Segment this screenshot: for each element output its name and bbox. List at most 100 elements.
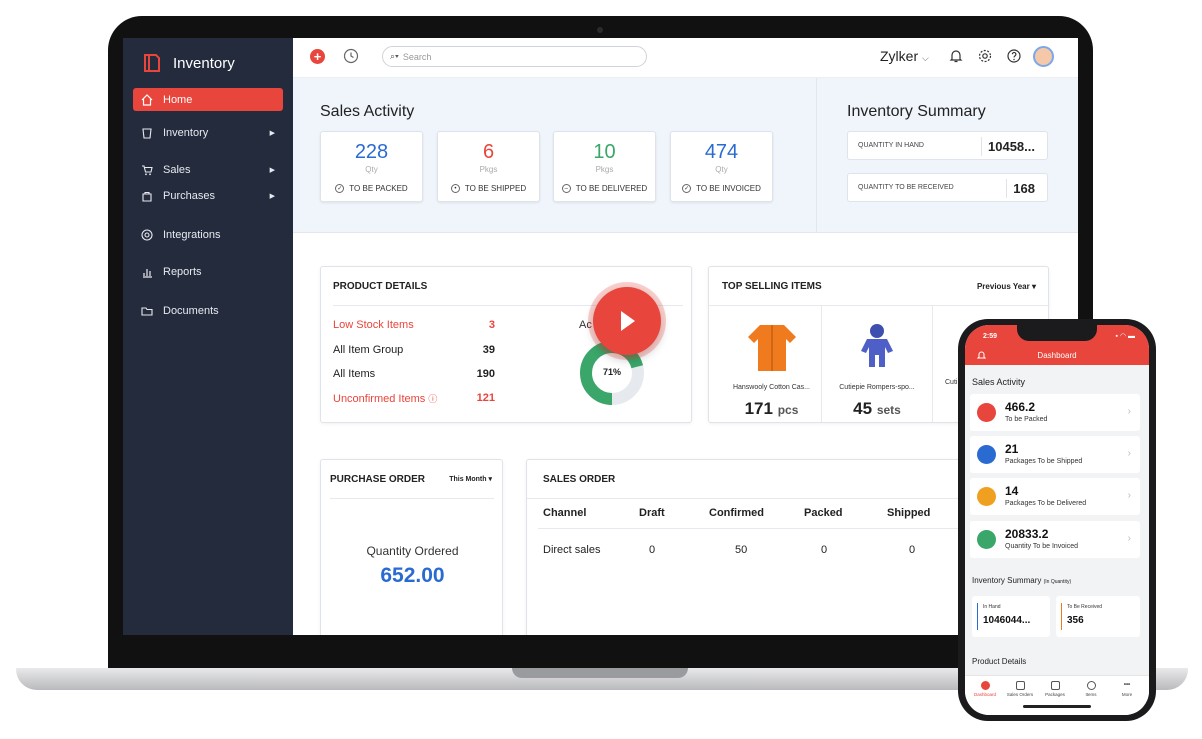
in-hand-value: 1046044... [983, 615, 1031, 626]
in-hand-label: In Hand [983, 604, 1001, 610]
cardigan-image [747, 325, 796, 371]
to-receive-label: To Be Received [1067, 604, 1103, 610]
row-label: All Item Group [333, 344, 404, 356]
chevron-right-icon: › [1127, 448, 1131, 459]
phone-notch [1017, 325, 1097, 341]
help-icon[interactable] [1006, 48, 1022, 64]
divider [330, 498, 494, 499]
device-mockup: Inventory Home Inventory ▶ Sales ▶ Purch… [0, 0, 1202, 739]
sidebar-item-sales[interactable]: Sales ▶ [133, 158, 283, 181]
phone-product-details-title: Product Details [972, 657, 1027, 666]
item-qty: 171 [744, 399, 773, 418]
tab-dashboard[interactable]: Dashboard [968, 681, 1002, 697]
sidebar-item-inventory[interactable]: Inventory ▶ [133, 121, 283, 144]
chevron-right-icon: › [1127, 533, 1131, 544]
check-badge-icon [977, 487, 996, 506]
all-items-row[interactable]: All Items 190 [333, 368, 495, 380]
phone-card-delivered[interactable]: 14 Packages To be Delivered › [970, 478, 1140, 515]
tab-sales-orders[interactable]: Sales Orders [1003, 681, 1037, 697]
phone-header: 2:59 ▪ ◠ ▬ Dashboard [965, 325, 1149, 365]
document-icon [977, 530, 996, 549]
package-icon [1050, 681, 1060, 690]
history-icon[interactable] [343, 48, 359, 64]
inventory-icon [141, 127, 153, 139]
stat-value: 10 [593, 141, 616, 163]
cart-icon [141, 164, 153, 176]
play-video-button[interactable] [593, 287, 661, 355]
quantity-to-be-received-row: QUANTITY TO BE RECEIVED 168 [847, 173, 1048, 202]
stat-unit: Qty [365, 165, 378, 174]
phone-card-invoiced[interactable]: 20833.2 Quantity To be Invoiced › [970, 521, 1140, 558]
bell-icon[interactable] [948, 48, 964, 64]
sidebar-item-reports[interactable]: Reports [133, 260, 283, 283]
romper-image [861, 324, 893, 367]
card-title: TOP SELLING ITEMS [722, 281, 822, 292]
avatar[interactable] [1033, 46, 1054, 67]
phone-card-value: 466.2 [1005, 400, 1036, 414]
stat-to-be-shipped[interactable]: 6 Pkgs • TO BE SHIPPED [437, 131, 540, 202]
period-dropdown[interactable]: This Month ▾ [449, 475, 492, 483]
stat-to-be-invoiced[interactable]: 474 Qty ✓ TO BE INVOICED [670, 131, 773, 202]
phone-in-hand-card: In Hand 1046044... [972, 596, 1050, 637]
shirt-icon [977, 403, 996, 422]
phone-to-receive-card: To Be Received 356 [1056, 596, 1140, 637]
sidebar-item-documents[interactable]: Documents [133, 299, 283, 322]
period-dropdown[interactable]: Previous Year ▾ [977, 282, 1036, 291]
donut-percent: 71% [602, 367, 621, 377]
low-stock-row[interactable]: Low Stock Items 3 [333, 319, 495, 331]
cell-confirmed: 50 [735, 544, 748, 556]
col-shipped: Shipped [887, 507, 931, 519]
reports-icon [141, 266, 153, 278]
gear-icon[interactable] [977, 48, 993, 64]
item-qty: 45 [853, 399, 873, 418]
inventory-summary-title: Inventory Summary [847, 103, 986, 120]
search-icon: ⌕▾ [390, 51, 399, 61]
stat-to-be-delivered[interactable]: 10 Pkgs – TO BE DELIVERED [553, 131, 656, 202]
sidebar-item-integrations[interactable]: Integrations [133, 223, 283, 246]
sidebar-item-home[interactable]: Home [133, 88, 283, 111]
org-name: Zylker [880, 48, 919, 64]
phone-status-icons: ▪ ◠ ▬ [1115, 333, 1135, 340]
card-title: PURCHASE ORDER [330, 474, 426, 485]
stat-label: TO BE DELIVERED [575, 184, 648, 193]
cell-packed: 0 [821, 544, 828, 556]
search-input[interactable]: ⌕▾ Search [382, 46, 647, 67]
row-label: Low Stock Items [333, 319, 414, 331]
unconfirmed-items-row[interactable]: Unconfirmed Items ⓘ 121 [333, 392, 495, 405]
sidebar-item-purchases[interactable]: Purchases ▶ [133, 184, 283, 207]
inv-row-label: QUANTITY IN HAND [858, 142, 924, 149]
dashboard-icon [980, 681, 990, 690]
item-group-row[interactable]: All Item Group 39 [333, 344, 495, 356]
home-icon [141, 93, 153, 106]
inv-row-value: 168 [1006, 179, 1047, 198]
sidebar: Inventory Home Inventory ▶ Sales ▶ Purch… [123, 38, 293, 635]
accent-bar [1061, 603, 1062, 630]
tab-label: Dashboard [973, 692, 996, 697]
tab-more[interactable]: ••• More [1110, 681, 1144, 697]
phone-card-packed[interactable]: 466.2 To be Packed › [970, 394, 1140, 431]
phone-card-shipped[interactable]: 21 Packages To be Shipped › [970, 436, 1140, 473]
tab-packages[interactable]: Packages [1038, 681, 1072, 697]
caret-down-icon: ▾ [488, 476, 492, 483]
add-new-button[interactable]: + [310, 49, 325, 64]
app-brand[interactable]: Inventory [141, 52, 235, 74]
sidebar-item-label: Inventory [163, 126, 209, 139]
stat-to-be-packed[interactable]: 228 Qty ✓ TO BE PACKED [320, 131, 423, 202]
org-switcher[interactable]: Zylker ⌵ [880, 48, 929, 64]
inv-row-value: 10458... [981, 137, 1047, 156]
phone-sales-activity-title: Sales Activity [972, 377, 1026, 387]
items-icon [1086, 681, 1096, 690]
top-item-1[interactable]: Hanswooly Cotton Cas... 171 pcs [722, 305, 822, 422]
item-name: Cutiepie Rompers-spo... [839, 384, 915, 391]
phone-screen: 2:59 ▪ ◠ ▬ Dashboard Sales Activity 466.… [965, 325, 1149, 715]
card-title: SALES ORDER [543, 474, 616, 485]
folder-icon [141, 305, 153, 317]
phone-inv-title: Inventory Summary [972, 576, 1042, 585]
top-item-2[interactable]: Cutiepie Rompers-spo... 45 sets [822, 305, 933, 422]
tab-items[interactable]: Items [1074, 681, 1108, 697]
phone-card-label: Packages To be Delivered [1005, 500, 1087, 507]
ship-circle-icon: • [450, 184, 460, 193]
stat-value: 228 [354, 141, 389, 163]
caret-right-icon: ▶ [269, 166, 275, 174]
col-draft: Draft [639, 507, 665, 519]
